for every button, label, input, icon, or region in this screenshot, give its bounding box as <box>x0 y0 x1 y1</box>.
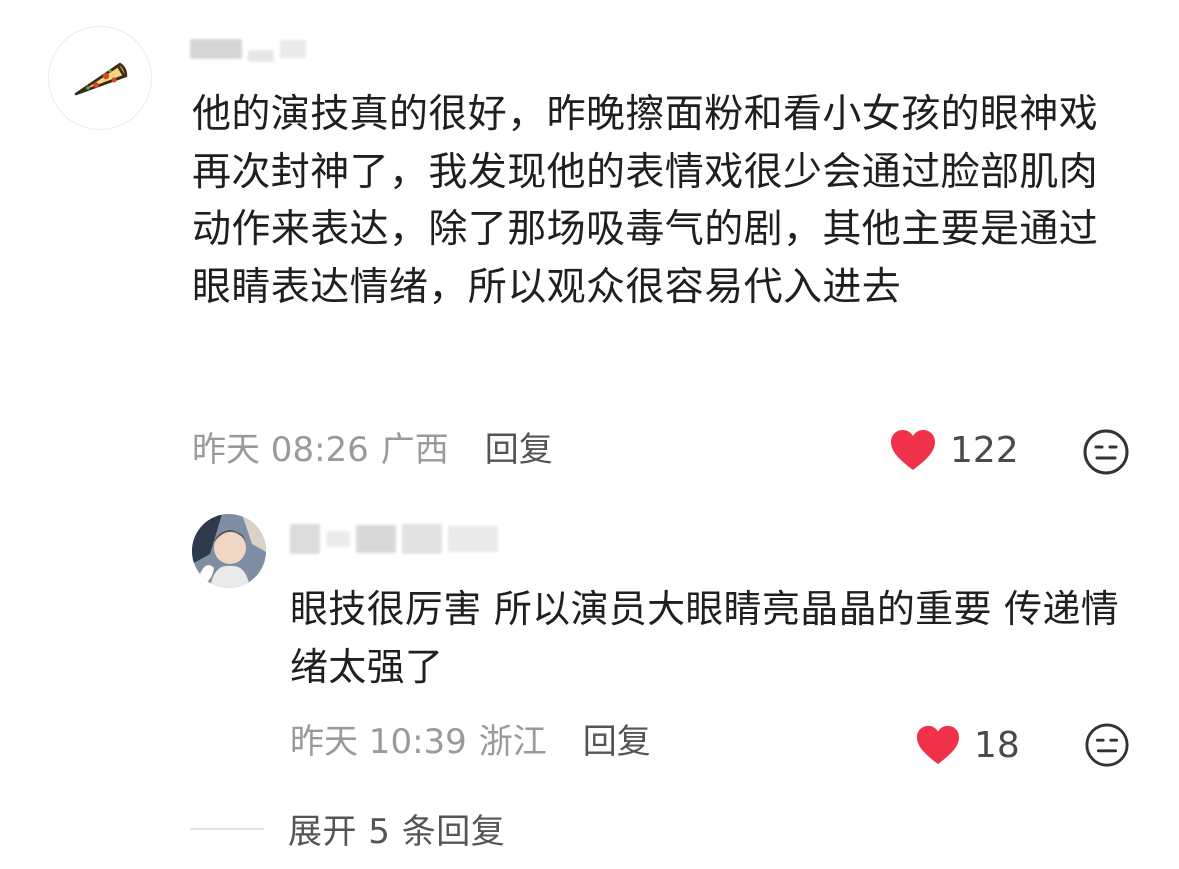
comment-reaction-button[interactable] <box>1082 428 1130 480</box>
reply-text: 眼技很厉害 所以演员大眼睛亮晶晶的重要 传递情绪太强了 <box>290 587 1120 689</box>
expand-replies-label: 展开 5 条回复 <box>288 812 506 852</box>
expand-divider <box>190 827 264 830</box>
reply-like-count: 18 <box>974 724 1020 766</box>
expand-replies-button[interactable]: 展开 5 条回复 <box>190 804 505 853</box>
commenter-avatar[interactable] <box>48 26 152 130</box>
heart-icon <box>891 430 935 470</box>
comment-like-count: 122 <box>950 429 1019 471</box>
commenter-username-redacted[interactable] <box>190 36 306 62</box>
reply-meta: 昨天 10:39 浙江 回复 <box>290 722 651 762</box>
comment-like-button[interactable]: 122 <box>888 428 1019 472</box>
replier-username-redacted[interactable] <box>290 524 498 554</box>
comment-time: 昨天 08:26 <box>192 430 369 470</box>
reply-reply-button[interactable]: 回复 <box>583 722 651 762</box>
reply-location: 浙江 <box>478 722 547 762</box>
comment-reply-button[interactable]: 回复 <box>485 430 553 470</box>
comment-text: 他的演技真的很好，昨晚擦面粉和看小女孩的眼神戏再次封神了，我发现他的表情戏很少会… <box>192 92 1099 310</box>
replier-avatar-photo <box>192 514 266 588</box>
neutral-face-icon <box>1085 723 1129 767</box>
reply-reaction-button[interactable] <box>1084 722 1130 772</box>
pizza-slice-icon <box>74 62 128 96</box>
comment-location: 广西 <box>380 430 449 470</box>
comment-meta: 昨天 08:26 广西 回复 <box>192 430 553 470</box>
reply-time: 昨天 10:39 <box>290 722 467 762</box>
replier-avatar[interactable] <box>192 514 266 588</box>
heart-icon <box>917 725 959 765</box>
reply-like-button[interactable]: 18 <box>914 724 1020 766</box>
neutral-face-icon <box>1083 429 1129 475</box>
